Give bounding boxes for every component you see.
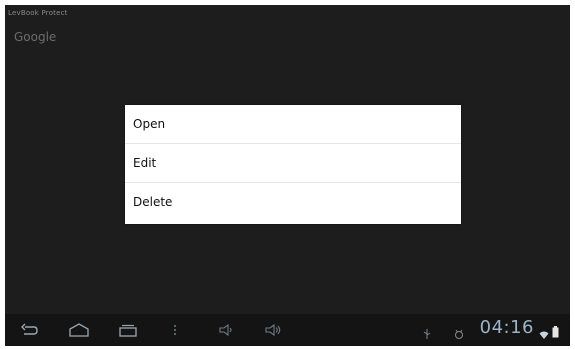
volume-up-icon[interactable] [263,322,283,338]
menu-item-open[interactable]: Open [125,105,461,144]
volume-down-icon[interactable] [217,322,237,338]
menu-item-edit[interactable]: Edit [125,144,461,183]
status-clock: 04:16 [479,317,534,338]
system-navigation-bar: 04:16 [5,314,570,346]
debug-icon [453,325,465,339]
battery-icon [552,323,559,338]
recent-apps-icon[interactable] [117,322,139,338]
menu-item-delete[interactable]: Delete [125,183,461,222]
app-title: LevBook Protect [8,9,68,17]
home-icon[interactable] [67,322,91,338]
usb-icon [422,325,432,339]
device-screen: LevBook Protect Google Open Edit Delete [5,5,570,346]
menu-icon[interactable] [170,322,180,338]
list-item-google[interactable]: Google [14,30,56,44]
back-icon[interactable] [19,322,39,338]
wifi-icon [539,325,549,339]
context-menu: Open Edit Delete [125,105,461,224]
